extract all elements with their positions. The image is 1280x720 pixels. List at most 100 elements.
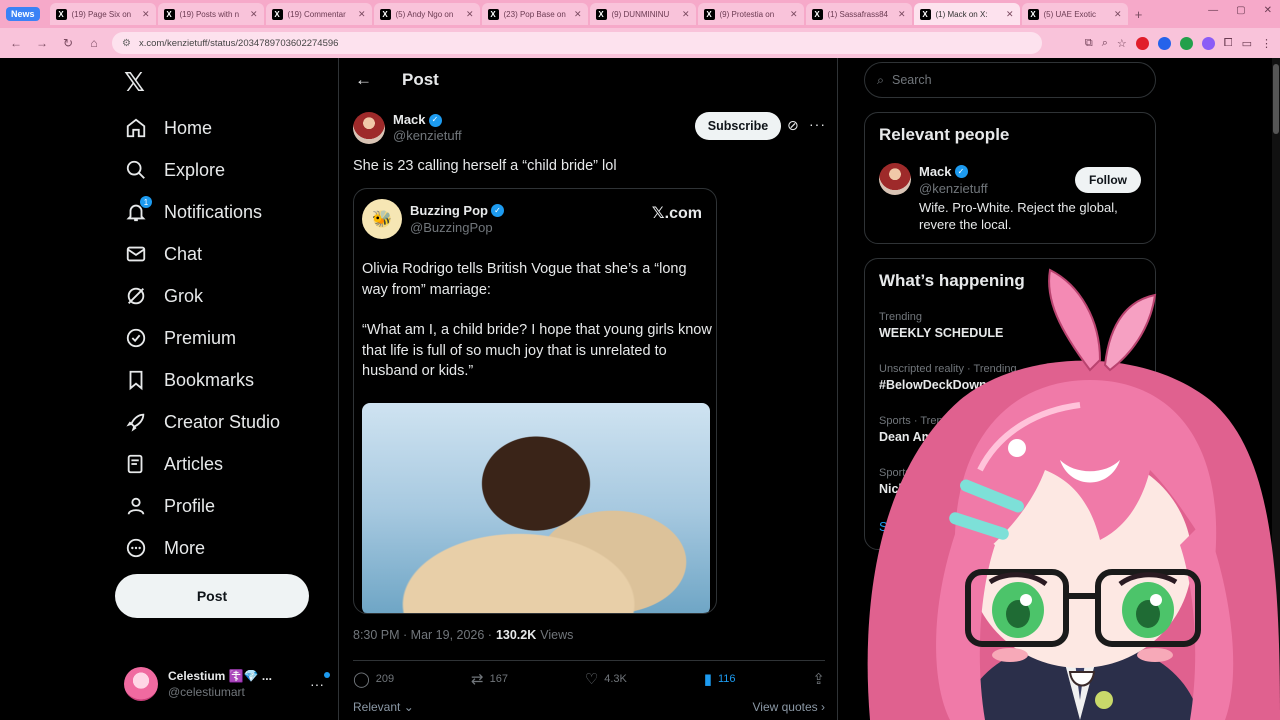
author-handle[interactable]: @kenzietuff (393, 128, 462, 143)
nav-item-creator-studio[interactable]: Creator Studio (124, 408, 280, 436)
x-favicon-icon: X (811, 8, 823, 20)
nav-item-notifications[interactable]: 1 Notifications (124, 196, 262, 226)
reload-icon[interactable]: ↻ (60, 36, 76, 50)
bee-avatar-icon[interactable]: 🐝 (362, 199, 402, 239)
close-icon[interactable]: ✕ (682, 9, 690, 20)
x-logo-icon[interactable]: 𝕏 (124, 68, 145, 98)
follow-button[interactable]: Follow (1075, 167, 1141, 193)
trend-more-icon[interactable]: ··· (1133, 309, 1145, 323)
like-button[interactable]: ♡ 4.3K (585, 670, 627, 688)
minimize-icon[interactable]: — (1208, 5, 1218, 16)
menu-icon[interactable]: ⋮ (1261, 37, 1272, 50)
new-tab-icon[interactable]: + (1130, 5, 1148, 23)
tweet-text: She is 23 calling herself a “child bride… (353, 158, 617, 174)
browser-tab-active[interactable]: X (1) Mack on X: ✕ (913, 3, 1020, 25)
nav-item-grok[interactable]: Grok (124, 282, 203, 310)
browser-tab[interactable]: X (19) Posts with n ✕ (157, 3, 264, 25)
tweet-meta: 8:30 PM · Mar 19, 2026 · 130.2K Views (353, 628, 573, 642)
browser-tab[interactable]: X (9) Protestia on ✕ (697, 3, 804, 25)
browser-tab[interactable]: X (19) Commentar ✕ (265, 3, 372, 25)
home-browser-icon[interactable]: ⌂ (86, 36, 102, 50)
chevron-down-icon: ⌄ (403, 700, 414, 714)
browser-tab[interactable]: X (1) Sassafrass84 ✕ (805, 3, 912, 25)
sort-dropdown[interactable]: Relevant ⌄ (353, 700, 414, 714)
zoom-icon[interactable]: ⌕ (1102, 37, 1108, 50)
back-icon[interactable]: ← (8, 36, 24, 50)
post-button[interactable]: Post (115, 574, 309, 618)
trend-item[interactable]: Sports · T Nick Nu (879, 465, 927, 497)
show-more-link[interactable]: Show (879, 519, 912, 534)
star-icon[interactable]: ☆ (1117, 37, 1127, 50)
nav-item-more[interactable]: More (124, 534, 205, 562)
install-icon[interactable]: ⧉ (1085, 37, 1093, 50)
search-input[interactable]: ⌕ Search (864, 62, 1156, 98)
nav-item-chat[interactable]: Chat (124, 240, 202, 268)
nav-item-profile[interactable]: Profile (124, 492, 215, 520)
quote-photo[interactable] (362, 403, 710, 613)
site-info-icon[interactable]: ⚙ (122, 38, 131, 49)
browser-tab[interactable]: X (9) DUNMININU ✕ (589, 3, 696, 25)
avatar[interactable] (353, 112, 385, 144)
forward-icon[interactable]: → (34, 36, 50, 50)
close-icon[interactable]: ✕ (1006, 9, 1014, 20)
repost-button[interactable]: ⇄ 167 (471, 670, 508, 688)
close-icon[interactable]: ✕ (250, 9, 258, 20)
url-field[interactable]: ⚙ x.com/kenzietuff/status/20347897036022… (112, 32, 1042, 54)
nav-item-premium[interactable]: Premium (124, 324, 236, 352)
more-icon[interactable]: ··· (310, 672, 330, 692)
extensions-puzzle-icon[interactable]: ⧠ (1224, 37, 1233, 50)
quoted-post[interactable]: 🐝 Buzzing Pop ✓ @BuzzingPop 𝕏.com Olivia … (353, 188, 717, 614)
subscribe-button[interactable]: Subscribe (695, 112, 781, 140)
nav-label: Articles (164, 453, 224, 474)
browser-tab[interactable]: X (19) Page Six on ✕ (49, 3, 156, 25)
browser-tab[interactable]: X (5) Andy Ngo on ✕ (373, 3, 480, 25)
extension-red-icon[interactable] (1135, 36, 1149, 50)
search-icon (124, 158, 148, 182)
close-icon[interactable]: ✕ (358, 9, 366, 20)
maximize-icon[interactable]: ▢ (1236, 5, 1245, 16)
account-switcher[interactable]: Celestium ☦️💎 ... @celestiumart ··· (124, 662, 330, 706)
bookmark-button[interactable]: ▮ 116 (704, 670, 736, 688)
notification-badge: 1 (140, 196, 152, 208)
close-icon[interactable]: ✕ (142, 9, 150, 20)
avatar[interactable] (879, 163, 911, 195)
extension-blue-icon[interactable] (1157, 36, 1171, 50)
trend-item[interactable]: Unscripted reality · Trending #BelowDeck… (879, 361, 1017, 393)
rocket-icon (124, 410, 148, 434)
page-scrollbar[interactable] (1272, 58, 1280, 720)
grok-icon[interactable]: ⊘ (787, 117, 799, 134)
nav-item-articles[interactable]: Articles (124, 450, 223, 478)
divider (353, 660, 825, 661)
close-icon[interactable]: ✕ (574, 9, 582, 20)
trend-item[interactable]: Trending WEEKLY SCHEDULE (879, 309, 1003, 341)
sidebar-icon[interactable]: ▭ (1242, 37, 1252, 50)
close-icon[interactable]: ✕ (898, 9, 906, 20)
extension-purple-icon[interactable] (1201, 36, 1215, 50)
back-arrow-icon[interactable]: ← (355, 70, 372, 90)
browser-toolbar-icons: ⧉ ⌕ ☆ ⧠ ▭ ⋮ (1085, 36, 1272, 50)
author-name[interactable]: Mack (393, 112, 426, 128)
more-options-icon[interactable]: ··· (809, 116, 826, 132)
window-close-icon[interactable]: ✕ (1264, 5, 1272, 16)
quote-source-label: 𝕏.com (651, 205, 702, 222)
close-icon[interactable]: ✕ (790, 9, 798, 20)
browser-tab[interactable]: X (23) Pop Base on ✕ (481, 3, 588, 25)
browser-tab[interactable]: X (5) UAE Exotic ✕ (1021, 3, 1128, 25)
person-name[interactable]: Mack (919, 163, 952, 180)
extension-green-icon[interactable] (1179, 36, 1193, 50)
nav-item-bookmarks[interactable]: Bookmarks (124, 366, 254, 394)
close-icon[interactable]: ✕ (1114, 9, 1122, 20)
news-chip[interactable]: News (6, 7, 40, 21)
trend-item[interactable]: Sports · Trending Dean Ambr (879, 413, 963, 445)
tweet-author[interactable]: Mack ✓ @kenzietuff (353, 112, 462, 144)
reply-button[interactable]: ◯ 209 (353, 670, 394, 688)
view-quotes-link[interactable]: View quotes › (753, 700, 826, 714)
scrollbar-thumb[interactable] (1273, 64, 1279, 134)
nav-item-home[interactable]: Home (124, 114, 212, 142)
share-button[interactable]: ⇪ (812, 670, 825, 688)
right-sidebar: ⌕ Search Relevant people Mack ✓ @kenzietu… (864, 58, 1156, 720)
nav-label: Explore (164, 159, 226, 180)
tweet-timestamp[interactable]: 8:30 PM · Mar 19, 2026 · (353, 628, 492, 642)
close-icon[interactable]: ✕ (466, 9, 474, 20)
nav-item-explore[interactable]: Explore (124, 156, 225, 184)
